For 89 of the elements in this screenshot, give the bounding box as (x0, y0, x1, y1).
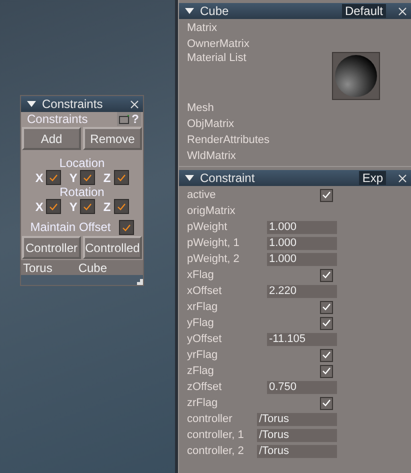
axis-label: X (35, 170, 44, 184)
checkbox[interactable] (320, 348, 333, 362)
property-label: pWeight (187, 221, 228, 233)
axis-label: Z (103, 170, 111, 184)
check-mark-icon (83, 202, 92, 210)
panel-header[interactable]: Cube Default (179, 3, 411, 19)
number-field[interactable]: 1.000 (267, 236, 337, 250)
property-label: yFlag (187, 317, 215, 329)
checkbox[interactable] (114, 170, 129, 185)
axis-label: Z (103, 200, 111, 214)
check-mark-icon (116, 202, 126, 210)
property-label: RenderAttributes (187, 134, 271, 146)
selector-button[interactable]: Controller (22, 236, 81, 259)
object-name: Torus (23, 260, 52, 274)
property-label: origMatrix (187, 205, 236, 217)
property-label: controller, 2 (187, 445, 245, 457)
panel-header[interactable]: Constraint Exp (179, 170, 411, 186)
window-icon[interactable] (118, 114, 129, 124)
number-field[interactable]: 2.220 (267, 284, 337, 298)
checkbox[interactable] (320, 268, 333, 282)
property-label: zrFlag (187, 397, 219, 409)
property-label: controller (187, 413, 234, 425)
property-label: xFlag (187, 269, 215, 281)
checkbox[interactable] (80, 170, 96, 185)
checkbox[interactable] (46, 170, 62, 185)
property-label: active (187, 189, 217, 201)
text-field[interactable]: /Torus (257, 444, 337, 458)
close-icon[interactable] (398, 174, 407, 182)
property-label: Material List (187, 52, 248, 66)
checkbox[interactable] (320, 188, 333, 202)
collapse-triangle-icon[interactable] (185, 175, 194, 181)
check-mark-icon (322, 271, 331, 279)
mode-label[interactable]: Default (342, 4, 386, 18)
property-label: yrFlag (187, 349, 219, 361)
checkbox[interactable] (80, 199, 96, 214)
property-label: zOffset (187, 381, 223, 393)
collapse-triangle-icon[interactable] (27, 101, 36, 107)
checkbox[interactable] (320, 396, 333, 410)
check-mark-icon (122, 224, 131, 232)
text-field[interactable]: /Torus (257, 428, 337, 442)
check-mark-icon (49, 174, 58, 182)
object-name: Cube (78, 260, 108, 274)
checkbox[interactable] (114, 199, 129, 214)
property-label: xOffset (187, 285, 223, 297)
number-field[interactable]: 1.000 (267, 220, 337, 234)
panel-title: Constraints (42, 97, 104, 111)
check-mark-icon (49, 202, 58, 210)
text-field[interactable]: /Torus (257, 412, 337, 426)
option-label: Maintain Offset (30, 220, 111, 235)
number-field[interactable]: 1.000 (267, 252, 337, 266)
checkbox[interactable] (46, 199, 62, 214)
mode-label[interactable]: Exp (359, 171, 386, 185)
group-label: Rotation (58, 185, 106, 199)
resize-grip-icon[interactable] (137, 279, 143, 285)
close-icon[interactable] (130, 100, 139, 108)
panel-title: Constraint (200, 171, 256, 185)
checkbox[interactable] (118, 220, 134, 235)
property-label: controller, 1 (187, 429, 245, 441)
panel-title: Cube (200, 4, 230, 18)
selector-button[interactable]: Controlled (83, 236, 142, 259)
action-button[interactable]: Add (22, 127, 81, 150)
action-button[interactable]: Remove (83, 127, 142, 150)
axis-label: Y (69, 170, 78, 184)
property-label: WldMatrix (187, 150, 237, 162)
panel-heading: Constraints (27, 112, 88, 126)
property-label: ObjMatrix (187, 118, 236, 130)
checkbox[interactable] (320, 364, 333, 378)
property-label: Matrix (187, 22, 218, 34)
property-label: zFlag (187, 365, 215, 377)
group-label: Location (58, 156, 106, 170)
checkbox[interactable] (320, 300, 333, 314)
property-label: pWeight, 2 (187, 253, 240, 265)
property-label: pWeight, 1 (187, 237, 240, 249)
check-mark-icon (322, 399, 331, 407)
property-label: xrFlag (187, 301, 219, 313)
axis-label: X (35, 200, 44, 214)
check-mark-icon (322, 191, 331, 199)
check-mark-icon (116, 174, 126, 182)
check-mark-icon (83, 174, 92, 182)
property-label: OwnerMatrix (187, 38, 250, 50)
property-label: Mesh (187, 102, 215, 114)
panel-header[interactable]: Constraints (21, 96, 143, 112)
number-field[interactable]: -11.105 (267, 332, 337, 346)
close-icon[interactable] (398, 6, 407, 16)
property-label: yOffset (187, 333, 223, 345)
checkbox[interactable] (320, 316, 333, 330)
axis-label: Y (69, 200, 78, 214)
collapse-triangle-icon[interactable] (185, 8, 194, 14)
number-field[interactable]: 0.750 (267, 380, 337, 394)
